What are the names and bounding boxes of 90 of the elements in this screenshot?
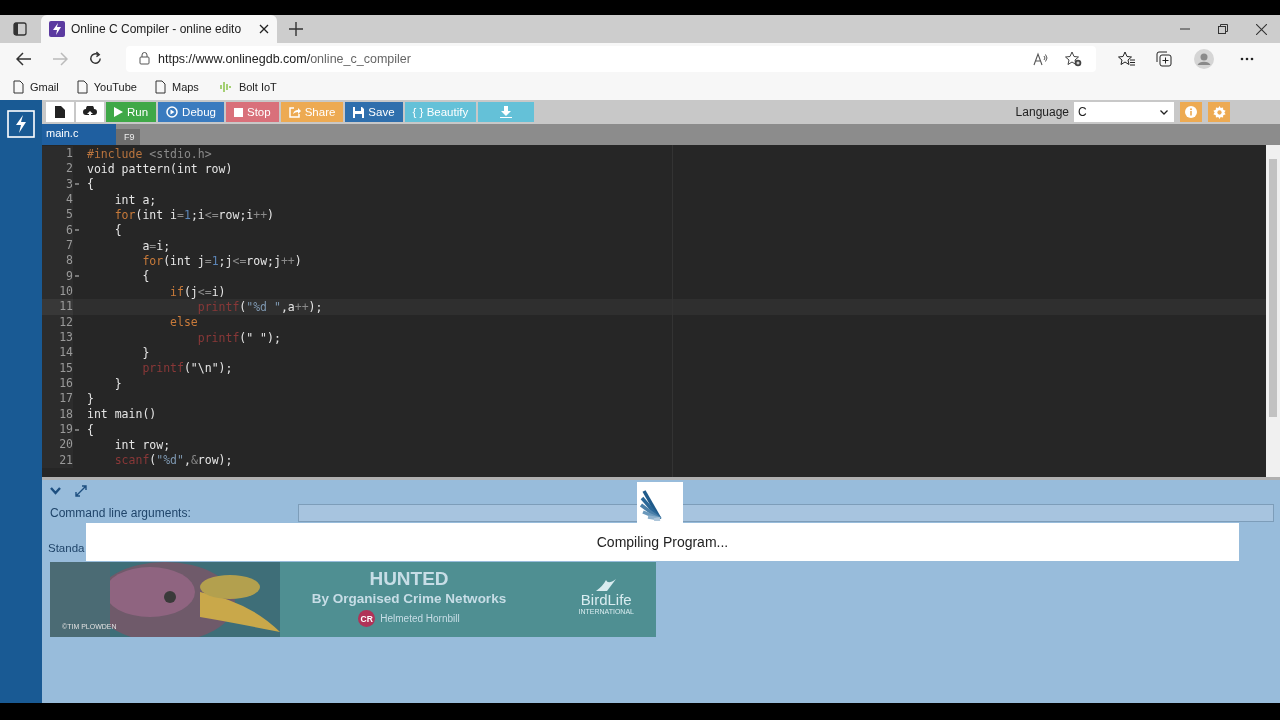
code-line: { xyxy=(141,269,150,284)
code-line: scanf("%d",&row); xyxy=(113,453,233,468)
line-number: 17 xyxy=(42,391,73,407)
ad-headline: HUNTED xyxy=(369,568,449,590)
code-line: int main() xyxy=(87,407,157,422)
code-line: for(int i=1;i<=row;i++) xyxy=(113,207,275,222)
new-tab-icon[interactable] xyxy=(289,22,303,36)
code-line: if(j<=i) xyxy=(169,284,226,299)
chevron-down-icon xyxy=(1160,109,1168,115)
cloud-upload-icon xyxy=(83,106,97,118)
favorites-icon[interactable] xyxy=(1118,50,1136,67)
new-file-button[interactable] xyxy=(46,102,74,122)
code-line: printf("%d ",a++); xyxy=(196,299,323,314)
fold-icon[interactable] xyxy=(75,275,79,278)
debug-button[interactable]: Debug xyxy=(158,102,224,122)
page-icon xyxy=(76,80,88,94)
play-icon xyxy=(114,107,123,117)
line-number: 11 xyxy=(42,299,73,315)
stdin-label: Standa xyxy=(48,542,85,554)
code-line: #include <stdio.h> xyxy=(87,146,212,161)
fold-icon[interactable] xyxy=(75,183,79,186)
line-number: 14 xyxy=(42,345,73,361)
tab-title: Online C Compiler - online edito xyxy=(71,22,243,36)
gear-icon xyxy=(1212,105,1226,119)
upload-button[interactable] xyxy=(76,102,104,122)
more-icon[interactable] xyxy=(1240,56,1254,61)
back-icon[interactable] xyxy=(16,51,32,66)
restore-icon[interactable] xyxy=(1218,24,1228,34)
play-circle-icon xyxy=(166,106,179,118)
species-name: Helmeted Hornbill xyxy=(380,613,460,624)
line-number: 2 xyxy=(42,161,73,177)
code-line: { xyxy=(87,422,94,437)
bookmark[interactable]: Gmail xyxy=(13,80,59,94)
code-line: for(int j=1;j<=row;j++) xyxy=(141,253,302,268)
ad-subtitle: By Organised Crime Networks xyxy=(311,590,507,608)
code-line: else xyxy=(169,315,198,330)
lock-icon xyxy=(139,52,150,65)
code-line: } xyxy=(87,391,94,406)
close-icon[interactable] xyxy=(259,24,269,34)
shortcut-tooltip: F9 xyxy=(116,129,140,145)
code-line: printf("\n"); xyxy=(141,361,233,376)
args-input[interactable] xyxy=(297,504,1274,522)
share-icon xyxy=(288,106,301,118)
profile-icon[interactable] xyxy=(1194,48,1214,69)
file-icon xyxy=(55,106,65,118)
compiling-message: Compiling Program... xyxy=(596,534,729,550)
code-line: a=i; xyxy=(141,238,171,253)
line-number: 8 xyxy=(42,253,73,269)
code-line: printf(" "); xyxy=(196,330,281,345)
bird-logo-icon xyxy=(595,578,618,592)
expand-icon[interactable] xyxy=(75,485,87,497)
code-line: int row; xyxy=(113,437,171,452)
save-button[interactable]: Save xyxy=(345,102,403,122)
fold-icon[interactable] xyxy=(75,428,79,431)
add-favorite-icon[interactable] xyxy=(1065,50,1082,67)
download-icon xyxy=(500,106,513,118)
code-line: int a; xyxy=(113,192,157,207)
scrollbar[interactable] xyxy=(1266,145,1280,477)
file-tab[interactable]: main.c xyxy=(42,124,116,145)
page-icon xyxy=(13,80,24,94)
bolt-icon xyxy=(49,21,65,37)
line-number: 5 xyxy=(42,207,73,223)
language-select[interactable]: C xyxy=(1074,102,1174,122)
bolt-logo-icon[interactable] xyxy=(7,110,35,138)
close-icon[interactable] xyxy=(1256,23,1267,35)
code-line: } xyxy=(113,376,122,391)
page-icon xyxy=(154,80,166,94)
fold-icon[interactable] xyxy=(75,229,79,232)
read-aloud-icon[interactable] xyxy=(1033,51,1049,66)
url-text: https://www.onlinegdb.com/online_c_compiler xyxy=(158,51,411,66)
line-number: 20 xyxy=(42,437,73,453)
code-line: void pattern(int row) xyxy=(87,162,233,176)
bookmark[interactable]: Bolt IoT xyxy=(216,81,277,93)
line-number: 1 xyxy=(42,146,73,162)
bookmark[interactable]: YouTube xyxy=(76,80,137,94)
stop-icon xyxy=(234,107,243,117)
code-line: { xyxy=(87,177,94,192)
bookmark[interactable]: Maps xyxy=(154,80,199,94)
browser-tab[interactable]: Online C Compiler - online edito xyxy=(41,15,277,43)
collapse-icon[interactable] xyxy=(50,487,61,495)
code-line: } xyxy=(141,345,150,360)
code-line: { xyxy=(113,223,122,238)
reload-icon[interactable] xyxy=(88,51,103,66)
language-label: Language xyxy=(1015,105,1069,119)
info-icon xyxy=(1185,106,1197,118)
collections-icon[interactable] xyxy=(1156,50,1172,67)
brand-name: BirdLife xyxy=(580,592,632,608)
address-bar[interactable]: https://www.onlinegdb.com/online_c_compiler xyxy=(126,45,1096,72)
args-label: Command line arguments: xyxy=(50,506,191,520)
tab-actions-icon[interactable] xyxy=(13,22,27,36)
